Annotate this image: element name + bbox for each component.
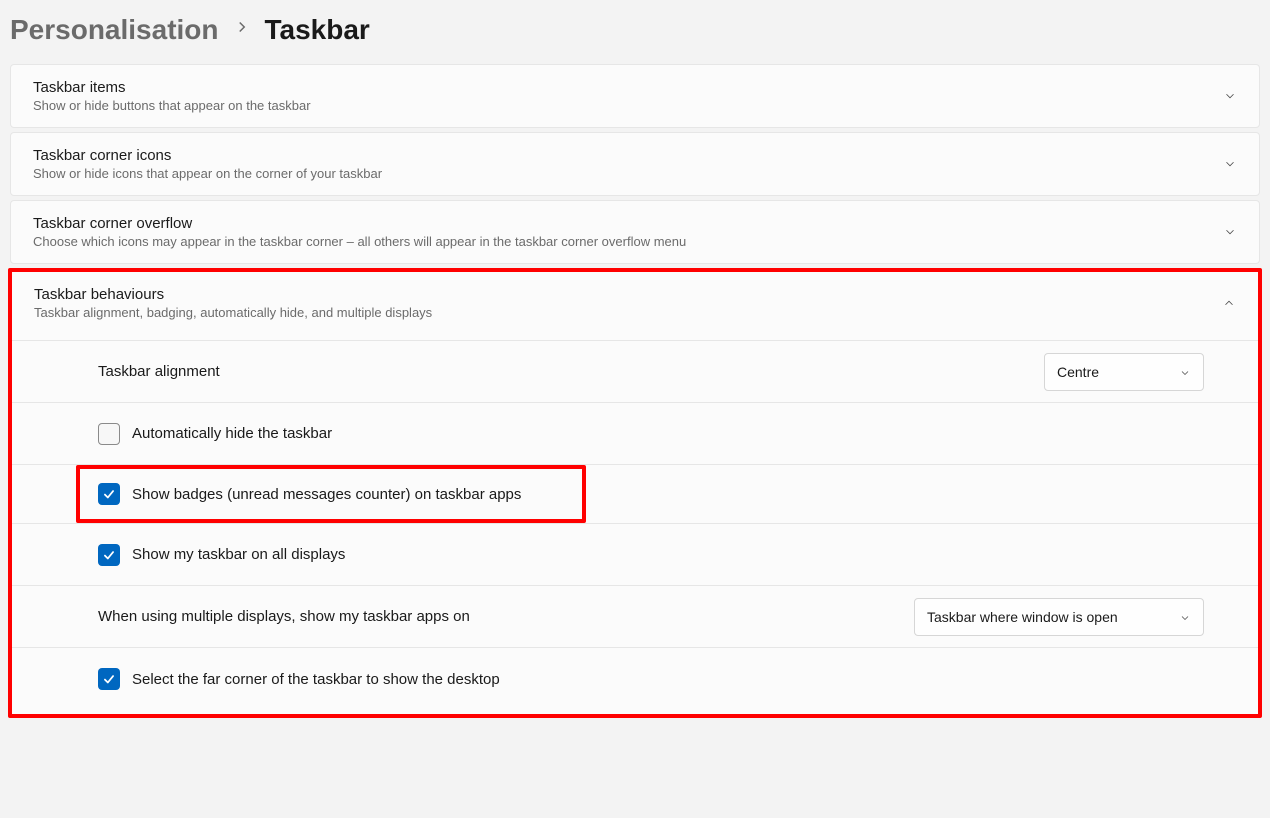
breadcrumb: Personalisation Taskbar [0, 0, 1270, 64]
multi-displays-row: When using multiple displays, show my ta… [12, 586, 1258, 648]
badges-row-container: Show badges (unread messages counter) on… [12, 465, 1258, 524]
section-subtitle: Taskbar alignment, badging, automaticall… [34, 305, 432, 320]
taskbar-alignment-row: Taskbar alignment Centre [12, 341, 1258, 403]
section-taskbar-corner-icons[interactable]: Taskbar corner icons Show or hide icons … [10, 132, 1260, 196]
chevron-down-icon [1223, 157, 1237, 171]
chevron-down-icon [1223, 225, 1237, 239]
section-title: Taskbar items [33, 79, 311, 96]
chevron-right-icon [233, 18, 251, 42]
dropdown-value: Centre [1057, 364, 1099, 380]
dropdown-value: Taskbar where window is open [927, 609, 1118, 625]
chevron-down-icon [1223, 89, 1237, 103]
section-taskbar-corner-overflow[interactable]: Taskbar corner overflow Choose which ico… [10, 200, 1260, 264]
chevron-down-icon [1179, 366, 1191, 378]
section-header[interactable]: Taskbar behaviours Taskbar alignment, ba… [12, 272, 1258, 341]
section-taskbar-items[interactable]: Taskbar items Show or hide buttons that … [10, 64, 1260, 128]
far-corner-row: Select the far corner of the taskbar to … [12, 648, 1258, 710]
multi-displays-label: When using multiple displays, show my ta… [98, 608, 470, 625]
show-badges-checkbox[interactable] [98, 483, 120, 505]
section-title: Taskbar behaviours [34, 286, 432, 303]
section-subtitle: Choose which icons may appear in the tas… [33, 234, 686, 249]
multi-displays-dropdown[interactable]: Taskbar where window is open [914, 598, 1204, 636]
auto-hide-row: Automatically hide the taskbar [12, 403, 1258, 465]
breadcrumb-current: Taskbar [265, 14, 370, 46]
highlight-box-outer: Taskbar behaviours Taskbar alignment, ba… [8, 268, 1262, 718]
alignment-dropdown[interactable]: Centre [1044, 353, 1204, 391]
alignment-label: Taskbar alignment [98, 363, 220, 380]
chevron-down-icon [1179, 611, 1191, 623]
far-corner-label: Select the far corner of the taskbar to … [132, 671, 500, 688]
chevron-up-icon [1222, 296, 1236, 310]
breadcrumb-parent-link[interactable]: Personalisation [10, 14, 219, 46]
section-subtitle: Show or hide icons that appear on the co… [33, 166, 382, 181]
auto-hide-label: Automatically hide the taskbar [132, 425, 332, 442]
show-badges-label: Show badges (unread messages counter) on… [132, 486, 521, 503]
all-displays-label: Show my taskbar on all displays [132, 546, 345, 563]
auto-hide-checkbox[interactable] [98, 423, 120, 445]
highlight-box-inner: Show badges (unread messages counter) on… [76, 465, 586, 523]
all-displays-row: Show my taskbar on all displays [12, 524, 1258, 586]
section-subtitle: Show or hide buttons that appear on the … [33, 98, 311, 113]
section-title: Taskbar corner overflow [33, 215, 686, 232]
far-corner-checkbox[interactable] [98, 668, 120, 690]
all-displays-checkbox[interactable] [98, 544, 120, 566]
section-title: Taskbar corner icons [33, 147, 382, 164]
section-taskbar-behaviours: Taskbar behaviours Taskbar alignment, ba… [12, 272, 1258, 710]
